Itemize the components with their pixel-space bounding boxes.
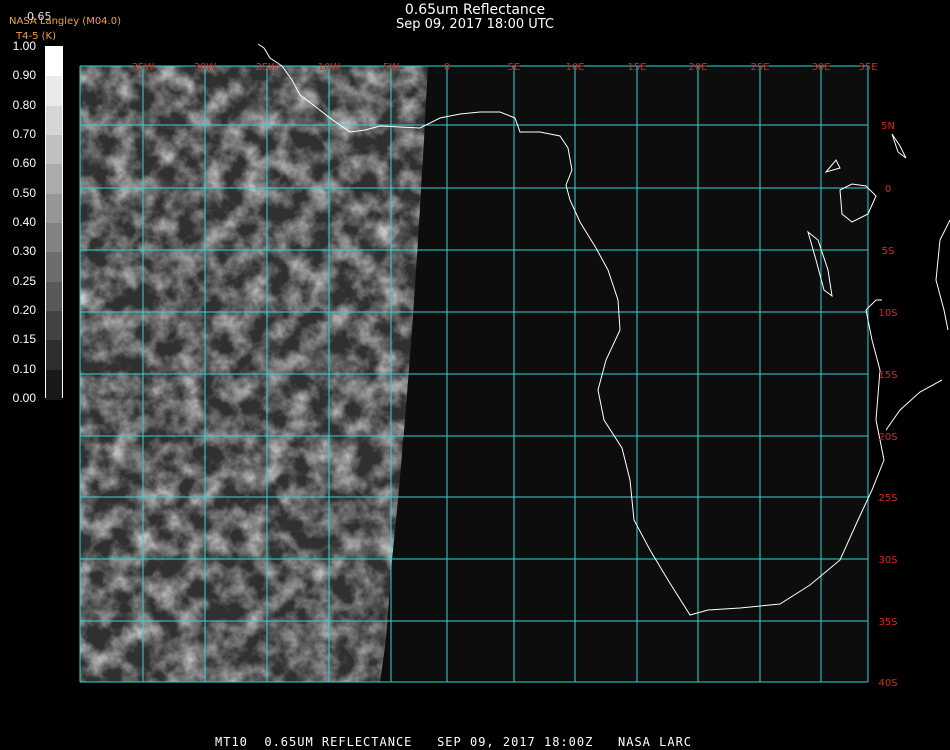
- latitude-label: 20S: [878, 432, 897, 443]
- latitude-label: 35S: [878, 617, 897, 628]
- latitude-label: 40S: [878, 678, 897, 689]
- longitude-label: 35E: [858, 62, 877, 73]
- longitude-label: 0: [444, 62, 450, 73]
- latitude-label: 5N: [881, 121, 895, 132]
- footer-caption: MT10 0.65UM REFLECTANCE SEP 09, 2017 18:…: [215, 735, 693, 749]
- longitude-label: 25W: [256, 62, 279, 73]
- latitude-label: 25S: [878, 493, 897, 504]
- latitude-label: 15S: [878, 370, 897, 381]
- longitude-label: 5E: [508, 62, 521, 73]
- longitude-label: 10E: [565, 62, 584, 73]
- satellite-map: 35W 30W 25W 10W 5W 0 5E 10E 15E 20E 25E 30E 35E 5N05…: [79, 43, 950, 689]
- latitude-label: 30S: [878, 555, 897, 566]
- longitude-label: 30W: [194, 62, 217, 73]
- longitude-label: 35W: [132, 62, 155, 73]
- latitude-label: 0: [885, 184, 891, 195]
- longitude-label: 30E: [811, 62, 830, 73]
- latitude-label: 5S: [882, 246, 895, 257]
- longitude-label: 20E: [688, 62, 707, 73]
- latitude-labels: 5N 0 5S 10S 15S 20S 25S 30S 35S 40S: [878, 121, 897, 689]
- longitude-label: 15E: [627, 62, 646, 73]
- longitude-label: 10W: [318, 62, 341, 73]
- longitude-label: 25E: [750, 62, 769, 73]
- longitude-label: 5W: [383, 62, 399, 73]
- latitude-label: 10S: [878, 308, 897, 319]
